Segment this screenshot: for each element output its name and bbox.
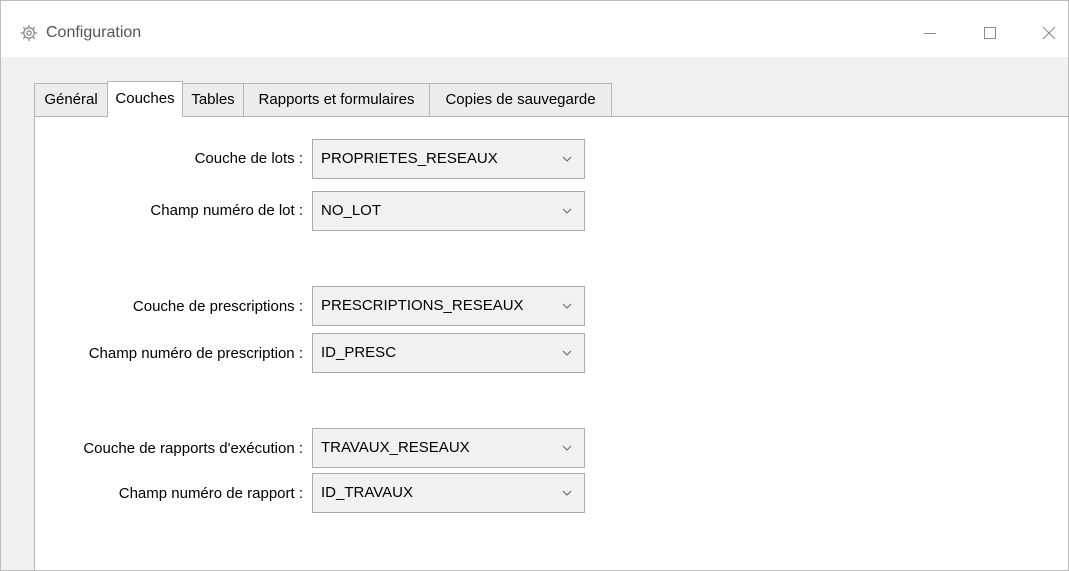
chevron-down-icon	[562, 350, 572, 356]
lots-layer-label: Couche de lots :	[194, 150, 303, 167]
lot-number-label: Champ numéro de lot :	[150, 202, 303, 219]
lots-layer-value: PROPRIETES_RESEAUX	[321, 150, 498, 167]
tab-tables[interactable]: Tables	[182, 83, 244, 116]
report-number-value: ID_TRAVAUX	[321, 484, 413, 501]
close-button[interactable]	[1026, 13, 1068, 53]
tab-couches[interactable]: Couches	[107, 81, 183, 117]
chevron-down-icon	[562, 208, 572, 214]
prescription-number-value: ID_PRESC	[321, 344, 397, 361]
maximize-button[interactable]	[967, 13, 1013, 53]
window-title: Configuration	[46, 24, 142, 41]
prescription-number-label: Champ numéro de prescription :	[88, 345, 303, 362]
prescriptions-layer-select[interactable]: PRESCRIPTIONS_RESEAUX	[312, 286, 585, 326]
lot-number-select[interactable]: NO_LOT	[312, 191, 585, 231]
chevron-down-icon	[562, 303, 572, 309]
maximize-icon	[984, 27, 996, 39]
reports-layer-value: TRAVAUX_RESEAUX	[321, 439, 470, 456]
minimize-icon	[924, 33, 936, 34]
close-icon	[1042, 26, 1056, 40]
prescription-number-select[interactable]: ID_PRESC	[312, 333, 585, 373]
reports-layer-label: Couche de rapports d'exécution :	[83, 440, 303, 457]
lots-layer-select[interactable]: PROPRIETES_RESEAUX	[312, 139, 585, 179]
report-number-select[interactable]: ID_TRAVAUX	[312, 473, 585, 513]
title-bar[interactable]: Configuration	[1, 1, 1068, 57]
tab-copies-sauvegarde[interactable]: Copies de sauvegarde	[429, 83, 612, 116]
prescriptions-layer-label: Couche de prescriptions :	[132, 298, 303, 315]
prescriptions-layer-value: PRESCRIPTIONS_RESEAUX	[321, 297, 524, 314]
tab-rapports-formulaires[interactable]: Rapports et formulaires	[243, 83, 430, 116]
chevron-down-icon	[562, 156, 572, 162]
reports-layer-select[interactable]: TRAVAUX_RESEAUX	[312, 428, 585, 468]
couches-panel: Couche de lots : PROPRIETES_RESEAUX Cham…	[34, 116, 1068, 570]
gear-icon	[20, 24, 38, 42]
chevron-down-icon	[562, 445, 572, 451]
chevron-down-icon	[562, 490, 572, 496]
tab-general[interactable]: Général	[34, 83, 108, 116]
minimize-button[interactable]	[907, 13, 953, 53]
configuration-window: Configuration Général Couches Tables Rap…	[0, 0, 1069, 571]
report-number-label: Champ numéro de rapport :	[118, 485, 303, 502]
lot-number-value: NO_LOT	[321, 202, 382, 219]
